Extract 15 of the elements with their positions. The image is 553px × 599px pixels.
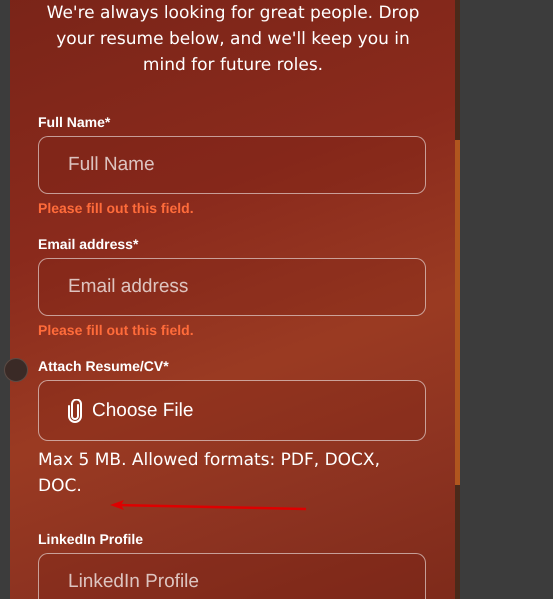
field-label: Email address* — [38, 236, 140, 252]
scrollbar-thumb[interactable] — [455, 140, 460, 485]
text-field[interactable]: Email address — [38, 258, 426, 316]
field-label: Attach Resume/CV* — [38, 358, 170, 374]
field-label: Full Name* — [38, 114, 112, 130]
text-field[interactable]: Full Name — [38, 136, 426, 194]
error-message: Please fill out this field. — [38, 322, 195, 338]
round-handle[interactable] — [4, 358, 28, 382]
paperclip-icon — [68, 398, 82, 422]
field-label: LinkedIn Profile — [38, 531, 144, 547]
text-field[interactable]: LinkedIn Profile — [38, 553, 426, 599]
choose-file-button[interactable]: Choose File — [38, 380, 426, 441]
hint-text: Max 5 MB. Allowed formats: PDF, DOCX, DOC. — [38, 449, 381, 498]
error-message: Please fill out this field. — [38, 200, 195, 216]
intro-text: We're always looking for great people. Drop your resume below, and we'll keep you in mind for future roles. — [46, 2, 420, 77]
